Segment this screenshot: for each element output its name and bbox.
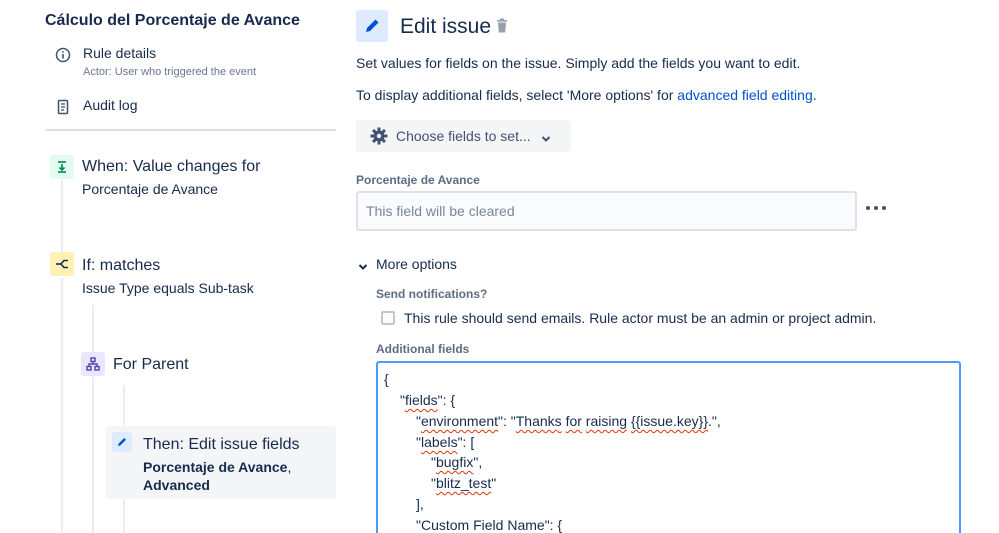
connector-line xyxy=(123,385,125,425)
chevron-down-icon xyxy=(541,131,551,142)
page-title: Edit issue xyxy=(400,15,492,38)
additional-fields-label: Additional fields xyxy=(376,342,470,356)
trigger-icon xyxy=(50,155,74,179)
trigger-step-sub: Porcentaje de Avance xyxy=(82,181,218,197)
action-step-sub: Porcentaje de Avance, xyxy=(143,459,291,475)
branch-icon xyxy=(81,352,105,376)
condition-icon xyxy=(50,252,74,276)
edit-issue-icon xyxy=(356,10,388,42)
action-step-title[interactable]: Then: Edit issue fields xyxy=(143,436,300,454)
connector-line xyxy=(61,278,63,533)
code-line: "blitz_test" xyxy=(431,475,497,491)
more-options-label: More options xyxy=(376,256,457,272)
audit-log-label: Audit log xyxy=(83,97,138,113)
info-icon xyxy=(55,47,71,63)
audit-log-link[interactable]: Audit log xyxy=(55,97,137,115)
code-line: "fields": { xyxy=(400,392,456,408)
connector-line xyxy=(123,500,125,533)
condition-step-sub: Issue Type equals Sub-task xyxy=(82,280,254,296)
send-notifications-label: Send notifications? xyxy=(376,287,488,301)
additional-fields-editor[interactable]: { "fields": { "environment": "Thanks for… xyxy=(376,361,961,533)
action-sub-separator: , xyxy=(287,459,292,475)
rule-details-label: Rule details xyxy=(83,45,157,61)
connector-line xyxy=(92,305,94,355)
code-line: "labels": [ xyxy=(416,434,475,450)
rule-details-link[interactable]: Rule details Actor: User who triggered t… xyxy=(55,45,256,78)
sidebar-divider xyxy=(45,129,336,131)
choose-fields-label: Choose fields to set... xyxy=(396,128,531,144)
code-line: ], xyxy=(416,496,424,512)
rule-actor-text: Actor: User who triggered the event xyxy=(83,66,257,78)
code-line: "environment": "Thanks for raising {{iss… xyxy=(416,413,721,429)
choose-fields-button[interactable]: Choose fields to set... xyxy=(356,120,571,152)
send-emails-label: This rule should send emails. Rule actor… xyxy=(404,310,877,326)
description-more-options: To display additional fields, select 'Mo… xyxy=(356,87,817,103)
rule-title: Cálculo del Porcentaje de Avance xyxy=(45,12,300,29)
chevron-down-icon xyxy=(358,259,368,270)
code-line: "bugfix", xyxy=(431,454,483,470)
advanced-field-editing-link[interactable]: advanced field editing xyxy=(677,87,812,103)
code-line: { xyxy=(384,371,389,387)
description-suffix: . xyxy=(812,87,817,103)
action-field-name: Porcentaje de Avance xyxy=(143,459,288,475)
send-emails-option[interactable]: This rule should send emails. Rule actor… xyxy=(381,310,876,326)
rule-sidebar: Cálculo del Porcentaje de Avance Rule de… xyxy=(0,0,345,533)
porcentaje-field-label: Porcentaje de Avance xyxy=(356,173,480,187)
pencil-icon xyxy=(112,432,132,452)
document-icon xyxy=(55,99,71,115)
connector-line xyxy=(92,377,94,533)
branch-step-title[interactable]: For Parent xyxy=(113,356,189,374)
porcentaje-input[interactable] xyxy=(356,191,857,231)
more-options-toggle[interactable]: More options xyxy=(358,256,457,272)
gear-icon xyxy=(370,127,388,145)
trash-icon[interactable] xyxy=(495,18,509,34)
more-actions-icon[interactable] xyxy=(864,198,888,218)
trigger-step-title[interactable]: When: Value changes for xyxy=(82,158,260,176)
condition-step-title[interactable]: If: matches xyxy=(82,257,160,275)
description-prefix: To display additional fields, select 'Mo… xyxy=(356,87,678,103)
action-step-sub-line2: Advanced xyxy=(143,477,210,493)
code-line: "Custom Field Name": { xyxy=(416,517,563,533)
send-emails-checkbox[interactable] xyxy=(381,311,395,325)
connector-line xyxy=(61,180,63,260)
description-text: Set values for fields on the issue. Simp… xyxy=(356,55,801,71)
